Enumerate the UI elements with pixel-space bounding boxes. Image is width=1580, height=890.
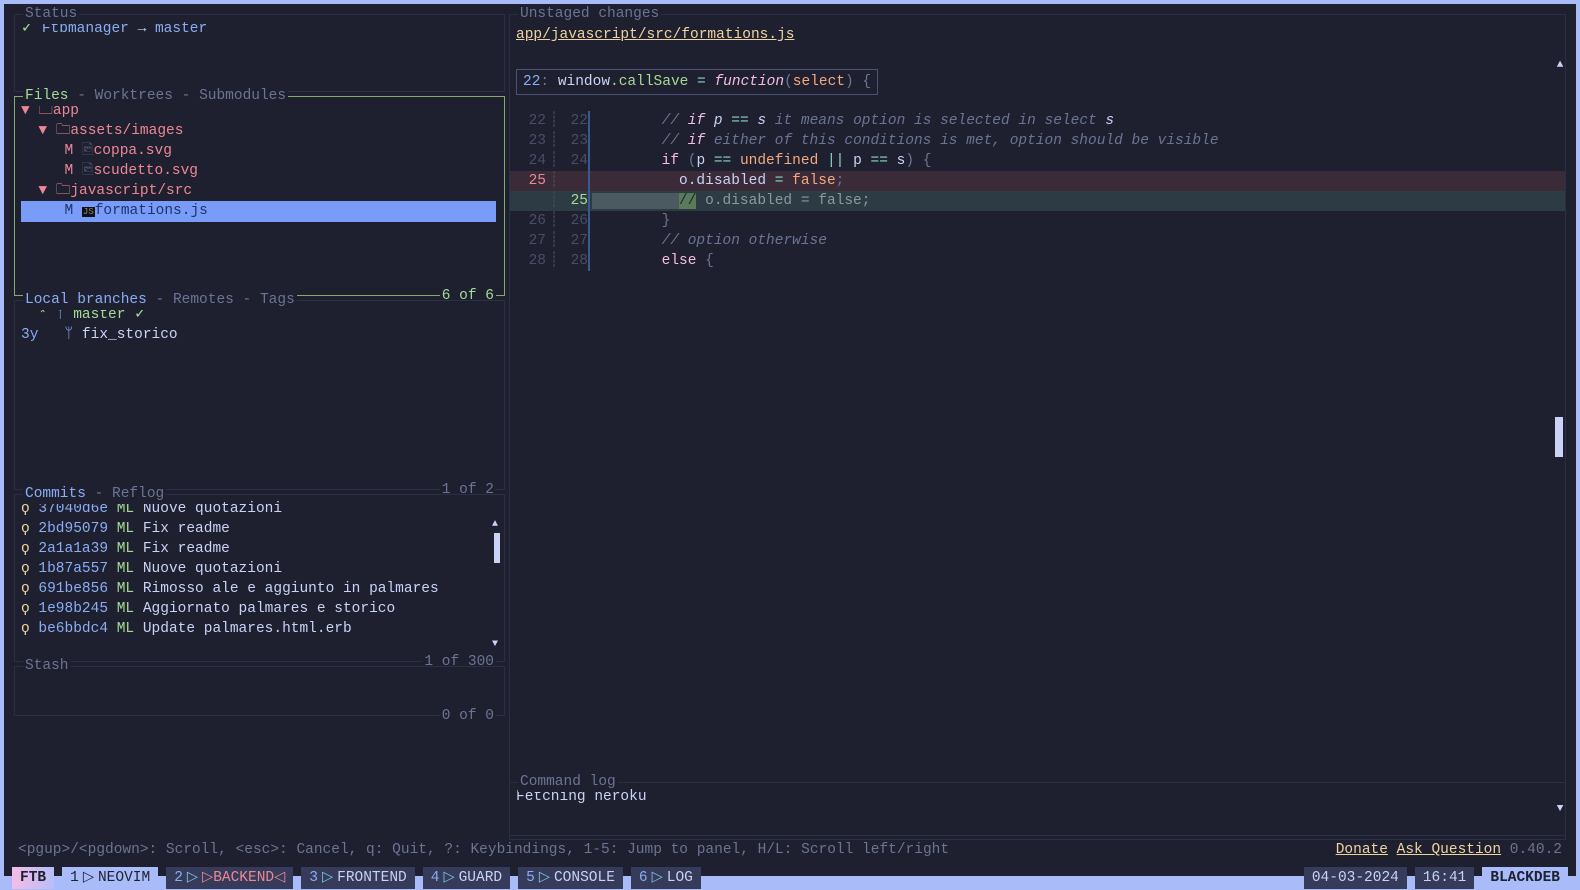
branch-item[interactable]: 3y ᛘ fix_storico: [21, 325, 498, 345]
diff-panel[interactable]: Unstaged changes app/javascript/src/form…: [509, 14, 1566, 840]
stash-panel[interactable]: Stash 0 of 0: [14, 666, 505, 716]
diff-focus-line: 22: window.callSave = function(select) {: [516, 69, 878, 95]
diff-line[interactable]: 25┊ o.disabled = false;: [510, 171, 1565, 191]
tab-remotes[interactable]: Remotes: [173, 292, 234, 308]
tree-file[interactable]: M 🖻scudetto.svg: [21, 161, 498, 181]
files-panel[interactable]: Files - Worktrees - Submodules ▼ 🗀app ▼ …: [14, 96, 505, 296]
diff-line[interactable]: ┊25 // o.disabled = false;: [510, 191, 1565, 211]
diff-line[interactable]: 23┊23 // if either of this conditions is…: [510, 131, 1565, 151]
tab-submodules[interactable]: Submodules: [199, 88, 286, 104]
tree-file-selected[interactable]: M JSformations.js: [21, 201, 496, 222]
keybind-hints: <pgup>/<pgdown>: Scroll, <esc>: Cancel, …: [18, 840, 949, 860]
diff-line[interactable]: 26┊26 }: [510, 211, 1565, 231]
diff-title: Unstaged changes: [518, 4, 661, 24]
commits-panel[interactable]: Commits - Reflog ϙ 37040d6e ML Nuove quo…: [14, 494, 505, 662]
scroll-thumb[interactable]: [1555, 417, 1563, 457]
commits-scrollbar[interactable]: ▲ ▼: [492, 515, 502, 655]
tree-folder[interactable]: ▼ 🗀assets/images: [21, 121, 498, 141]
stash-counter: 0 of 0: [440, 706, 496, 726]
tmux-tab[interactable]: 6 ▷ LOG: [631, 867, 701, 889]
commit-item[interactable]: ϙ 691be856 ML Rimosso ale e aggiunto in …: [21, 579, 498, 599]
tmux-tab[interactable]: 2 ▷ ▷BACKEND◁: [166, 867, 293, 889]
branches-tabs: Local branches - Remotes - Tags: [23, 290, 297, 310]
diff-file-path[interactable]: app/javascript/src/formations.js: [510, 19, 1565, 69]
diff-line[interactable]: 27┊27 // option otherwise: [510, 231, 1565, 251]
commit-item[interactable]: ϙ 1b87a557 ML Nuove quotazioni: [21, 559, 498, 579]
tab-files[interactable]: Files: [25, 88, 69, 104]
status-host: BLACKDEB: [1482, 867, 1568, 889]
commits-tabs: Commits - Reflog: [23, 484, 166, 504]
tab-worktrees[interactable]: Worktrees: [95, 88, 173, 104]
tmux-tab[interactable]: 3 ▷ FRONTEND: [301, 867, 414, 889]
diff-line[interactable]: 28┊28 else {: [510, 251, 1565, 271]
status-title: Status: [23, 4, 79, 24]
commit-item[interactable]: ϙ 2bd95079 ML Fix readme: [21, 519, 498, 539]
tree-file[interactable]: M 🖻coppa.svg: [21, 141, 498, 161]
status-time: 16:41: [1415, 867, 1475, 889]
status-panel[interactable]: Status ✓ Ftbmanager → master: [14, 14, 505, 92]
stash-title: Stash: [23, 656, 71, 676]
diff-line[interactable]: 24┊24 if (p == undefined || p == s) {: [510, 151, 1565, 171]
commit-item[interactable]: ϙ 1e98b245 ML Aggiornato palmares e stor…: [21, 599, 498, 619]
donate-link[interactable]: Donate: [1336, 842, 1388, 858]
tmux-tab[interactable]: 1 ▷ NEOVIM: [62, 867, 158, 889]
arrow-icon: →: [138, 21, 147, 37]
commit-item[interactable]: ϙ be6bbdc4 ML Update palmares.html.erb: [21, 619, 498, 639]
project-badge: FTB: [12, 867, 54, 889]
scroll-up-icon[interactable]: ▲: [1555, 55, 1565, 75]
tmux-tab[interactable]: 5 ▷ CONSOLE: [518, 867, 623, 889]
tmux-statusbar: FTB 1 ▷ NEOVIM 2 ▷ ▷BACKEND◁ 3 ▷ FRONTEND 4…: [12, 866, 1568, 890]
cmdlog-title: Command log: [518, 772, 618, 792]
tab-tags[interactable]: Tags: [260, 292, 295, 308]
commit-item[interactable]: ϙ 2a1a1a39 ML Fix readme: [21, 539, 498, 559]
diff-line[interactable]: 22┊22 // if p == s it means option is se…: [510, 111, 1565, 131]
ask-question-link[interactable]: Ask Question: [1397, 842, 1501, 858]
files-tabs: Files - Worktrees - Submodules: [23, 86, 288, 106]
version: 0.40.2: [1510, 842, 1562, 858]
diff-scrollbar[interactable]: ▲ ▼: [1555, 55, 1565, 819]
scroll-thumb[interactable]: [494, 533, 500, 563]
tab-reflog[interactable]: Reflog: [112, 486, 164, 502]
tab-commits[interactable]: Commits: [25, 486, 86, 502]
tab-local-branches[interactable]: Local branches: [25, 292, 147, 308]
tmux-tab[interactable]: 4 ▷ GUARD: [423, 867, 510, 889]
scroll-up-icon[interactable]: ▲: [492, 515, 498, 535]
command-log-panel[interactable]: Command log Fetching heroku: [509, 782, 1566, 836]
status-branch: master: [155, 21, 207, 37]
help-bar: <pgup>/<pgdown>: Scroll, <esc>: Cancel, …: [12, 838, 1568, 860]
branches-panel[interactable]: Local branches - Remotes - Tags * ᛘ mast…: [14, 300, 505, 490]
tree-folder[interactable]: ▼ 🗀javascript/src: [21, 181, 498, 201]
status-date: 04-03-2024: [1304, 867, 1407, 889]
